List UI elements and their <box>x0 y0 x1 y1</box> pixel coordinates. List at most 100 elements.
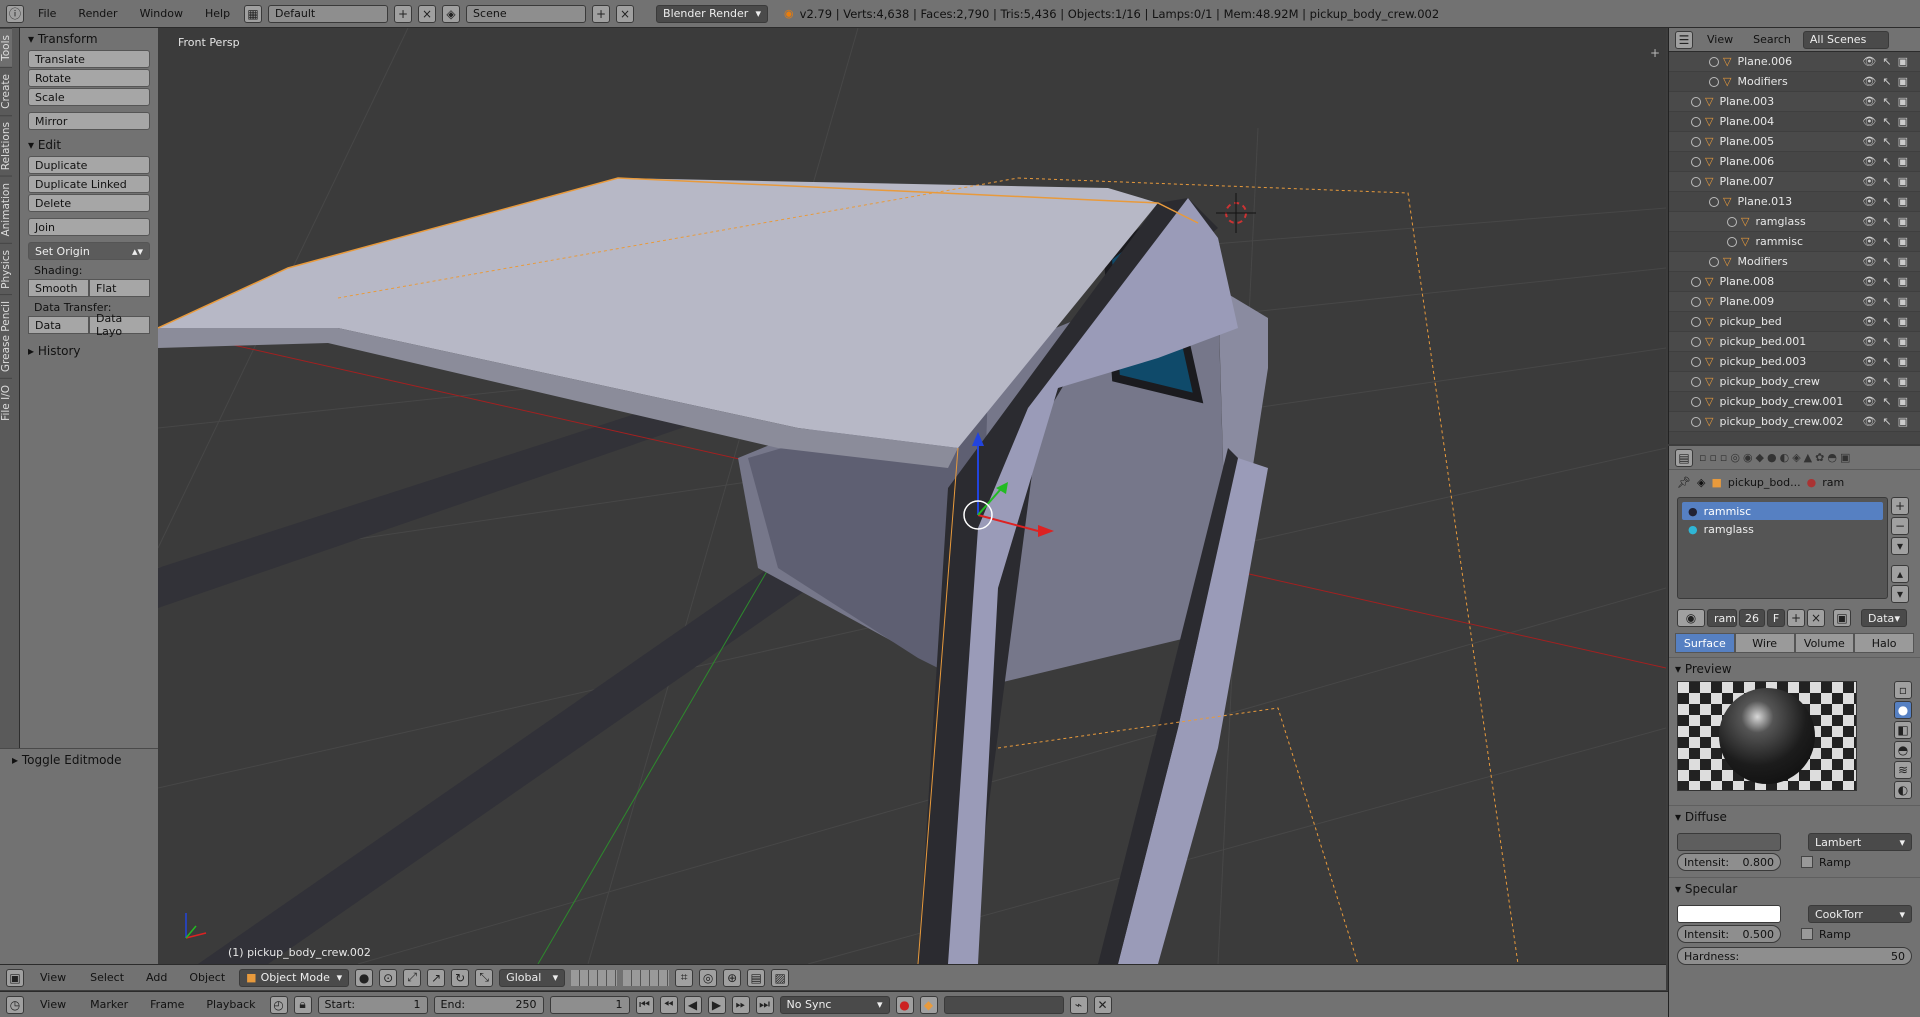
expand-toggle-icon[interactable] <box>1691 176 1701 187</box>
new-material-icon[interactable]: + <box>1787 609 1805 627</box>
rotate-manipulator-icon[interactable]: ↻ <box>451 968 470 987</box>
expand-toggle-icon[interactable] <box>1691 136 1701 147</box>
menu-file[interactable]: File <box>30 7 64 20</box>
pivot-point-icon[interactable]: ⊙ <box>379 968 398 987</box>
opengl-render-icon[interactable]: ▨ <box>771 968 790 987</box>
lock-icon[interactable]: 🔒︎ <box>293 995 312 1014</box>
context-tab-icons[interactable]: ▫▫▫◎◉◆●◐◈▲✿◓▣ <box>1699 451 1853 464</box>
editor-type-outliner-icon[interactable]: ☰ <box>1675 30 1693 49</box>
editor-type-timeline-icon[interactable]: ◷ <box>6 995 24 1014</box>
timeline-menu-frame[interactable]: Frame <box>142 998 192 1011</box>
pin-icon[interactable]: 📌︎ <box>1677 476 1691 489</box>
record-icon[interactable]: ● <box>895 995 914 1014</box>
scene-field[interactable]: Scene <box>466 4 587 23</box>
outliner-row[interactable]: ▽ Plane.013 👁︎↖▣ <box>1669 192 1920 212</box>
expand-toggle-icon[interactable] <box>1691 296 1701 307</box>
layer-buttons[interactable] <box>571 969 618 986</box>
move-down-icon[interactable]: ▾ <box>1891 585 1909 603</box>
expand-toggle-icon[interactable] <box>1691 376 1701 387</box>
expand-toggle-icon[interactable] <box>1691 316 1701 327</box>
render-preview-icon[interactable]: ▤ <box>747 968 766 987</box>
jump-keyframe-back-icon[interactable]: ⏪︎ <box>659 995 678 1014</box>
delete-keyframe-icon[interactable]: ✕ <box>1093 995 1112 1014</box>
data-layout-button[interactable]: Data Layo <box>89 312 150 338</box>
add-layout-icon[interactable]: + <box>394 4 413 23</box>
visibility-toggle-icon[interactable]: 👁︎↖▣ <box>1862 395 1914 408</box>
specular-shader-select[interactable]: CookTorr ▾ <box>1808 905 1912 923</box>
material-slot-list[interactable]: ● rammisc ● ramglass <box>1677 497 1888 599</box>
visibility-toggle-icon[interactable]: 👁︎↖▣ <box>1862 295 1914 308</box>
keying-set-icon[interactable]: ◆ <box>919 995 938 1014</box>
sync-select[interactable]: No Sync ▾ <box>779 995 890 1014</box>
preview-hair-icon[interactable]: ≋ <box>1894 761 1912 779</box>
tab-volume[interactable]: Volume <box>1794 633 1855 653</box>
tab-create[interactable]: Create <box>0 66 12 115</box>
visibility-toggle-icon[interactable]: 👁︎↖▣ <box>1862 75 1914 88</box>
timeline-menu-playback[interactable]: Playback <box>198 998 263 1011</box>
menu-add[interactable]: Add <box>138 971 175 984</box>
duplicate-button[interactable]: Duplicate <box>28 156 150 174</box>
browse-material-icon[interactable]: ◉ <box>1677 609 1705 627</box>
visibility-toggle-icon[interactable]: 👁︎↖▣ <box>1862 175 1914 188</box>
snap-icon[interactable]: ⊕ <box>723 968 742 987</box>
play-reverse-icon[interactable]: ◀ <box>683 995 702 1014</box>
expand-toggle-icon[interactable] <box>1691 156 1701 167</box>
edit-panel-header[interactable]: ▾ Edit <box>20 134 158 156</box>
visibility-toggle-icon[interactable]: 👁︎↖▣ <box>1862 55 1914 68</box>
diffuse-ramp-checkbox[interactable] <box>1801 856 1813 868</box>
visibility-toggle-icon[interactable]: 👁︎↖▣ <box>1862 115 1914 128</box>
tab-surface[interactable]: Surface <box>1675 633 1735 653</box>
join-button[interactable]: Join <box>28 218 150 236</box>
unlink-material-icon[interactable]: × <box>1807 609 1825 627</box>
viewport-shading-icon[interactable]: ● <box>355 968 374 987</box>
layout-grid-icon[interactable]: ▦ <box>244 4 263 23</box>
expand-toggle-icon[interactable] <box>1691 96 1701 107</box>
specular-panel-header[interactable]: ▾ Specular <box>1669 877 1920 899</box>
visibility-toggle-icon[interactable]: 👁︎↖▣ <box>1862 135 1914 148</box>
expand-toggle-icon[interactable] <box>1709 196 1719 207</box>
mirror-button[interactable]: Mirror <box>28 112 150 130</box>
outliner-row[interactable]: ▽ Plane.006 👁︎↖▣ <box>1669 52 1920 72</box>
diffuse-intensity-field[interactable]: Intensit: 0.800 <box>1677 853 1781 871</box>
flat-button[interactable]: Flat <box>89 279 150 297</box>
jump-start-icon[interactable]: ⏮︎ <box>635 995 654 1014</box>
duplicate-linked-button[interactable]: Duplicate Linked <box>28 175 150 193</box>
outliner-row[interactable]: ▽ Plane.004 👁︎↖▣ <box>1669 112 1920 132</box>
editor-type-icon[interactable]: ⓘ <box>6 4 24 23</box>
expand-toggle-icon[interactable] <box>1691 396 1701 407</box>
3d-viewport[interactable]: Front Persp (1) pickup_body_crew.002 + <box>158 28 1666 964</box>
history-panel-header[interactable]: ▸ History <box>20 340 158 362</box>
outliner-row[interactable]: ▽ Plane.009 👁︎↖▣ <box>1669 292 1920 312</box>
mode-select[interactable]: ■ Object Mode ▾ <box>239 968 350 987</box>
visibility-toggle-icon[interactable]: 👁︎↖▣ <box>1862 215 1914 228</box>
expand-toggle-icon[interactable] <box>1691 116 1701 127</box>
menu-render[interactable]: Render <box>70 7 125 20</box>
visibility-toggle-icon[interactable]: 👁︎↖▣ <box>1862 335 1914 348</box>
data-button[interactable]: Data <box>28 316 89 334</box>
start-frame-field[interactable]: Start: 1 <box>317 995 428 1014</box>
outliner-row[interactable]: ▽ pickup_bed 👁︎↖▣ <box>1669 312 1920 332</box>
material-slot-item[interactable]: ● rammisc <box>1682 502 1883 520</box>
tab-animation[interactable]: Animation <box>0 176 12 243</box>
jump-keyframe-forward-icon[interactable]: ⏩︎ <box>731 995 750 1014</box>
scale-manipulator-icon[interactable]: ⤡ <box>475 968 494 987</box>
menu-window[interactable]: Window <box>132 7 191 20</box>
layer-buttons[interactable] <box>623 969 670 986</box>
translate-manipulator-icon[interactable]: ↗ <box>427 968 446 987</box>
material-name-field[interactable]: ram <box>1707 609 1737 627</box>
tab-halo[interactable]: Halo <box>1854 633 1914 653</box>
visibility-toggle-icon[interactable]: 👁︎↖▣ <box>1862 315 1914 328</box>
viewport-scene[interactable] <box>158 28 1666 964</box>
hardness-field[interactable]: Hardness: 50 <box>1677 947 1912 965</box>
timeline-menu-view[interactable]: View <box>30 998 76 1011</box>
transform-panel-header[interactable]: ▾ Transform <box>20 28 158 50</box>
keying-set-field[interactable] <box>943 995 1064 1014</box>
current-frame-field[interactable]: 1 <box>549 995 630 1014</box>
outliner-row[interactable]: ▽ pickup_body_crew.002 👁︎↖▣ <box>1669 412 1920 432</box>
outliner-display-select[interactable]: All Scenes <box>1802 30 1889 49</box>
proportional-edit-icon[interactable]: ◎ <box>699 968 718 987</box>
remove-slot-icon[interactable]: − <box>1891 517 1909 535</box>
material-slot-item[interactable]: ● ramglass <box>1682 520 1883 538</box>
delete-button[interactable]: Delete <box>28 194 150 212</box>
outliner-row[interactable]: ▽ Plane.007 👁︎↖▣ <box>1669 172 1920 192</box>
